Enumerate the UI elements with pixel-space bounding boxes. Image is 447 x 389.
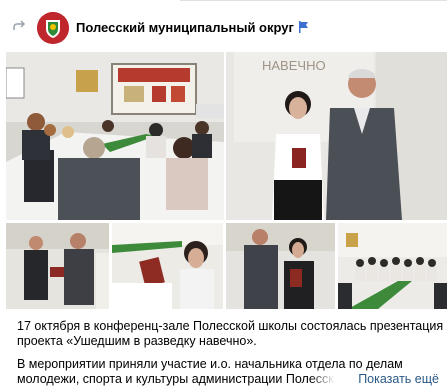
background-sign-text: НАВЕЧНО xyxy=(262,58,326,73)
group-name-link[interactable]: Полесский муниципальный округ xyxy=(76,20,308,35)
flag-icon xyxy=(298,21,308,33)
coat-of-arms-avatar[interactable] xyxy=(37,12,69,44)
post-paragraph-2: В мероприятии приняли участие и.о. начал… xyxy=(17,357,445,387)
photo-grid: НАВЕЧНО xyxy=(0,52,447,310)
book-reading-photo[interactable] xyxy=(112,223,223,309)
post-paragraph-1: 17 октября в конференц-зале Полесской шк… xyxy=(17,319,444,348)
post-text: 17 октября в конференц-зале Полесской шк… xyxy=(17,319,445,387)
post-paragraph-2-line-1: В мероприятии приняли участие и.о. начал… xyxy=(17,357,403,371)
top-divider xyxy=(0,0,447,4)
conference-hall-photo[interactable] xyxy=(6,52,224,220)
group-name-text: Полесский муниципальный округ xyxy=(76,20,294,35)
repost-arrow-icon[interactable] xyxy=(12,20,26,34)
post-header: Полесский муниципальный округ xyxy=(0,8,447,48)
award-presentation-photo[interactable]: НАВЕЧНО xyxy=(226,52,447,220)
handshake-photo[interactable] xyxy=(6,223,109,309)
show-more-link[interactable]: Показать ещё xyxy=(358,372,439,387)
book-holding-photo[interactable] xyxy=(226,223,335,309)
audience-photo[interactable] xyxy=(338,223,447,309)
